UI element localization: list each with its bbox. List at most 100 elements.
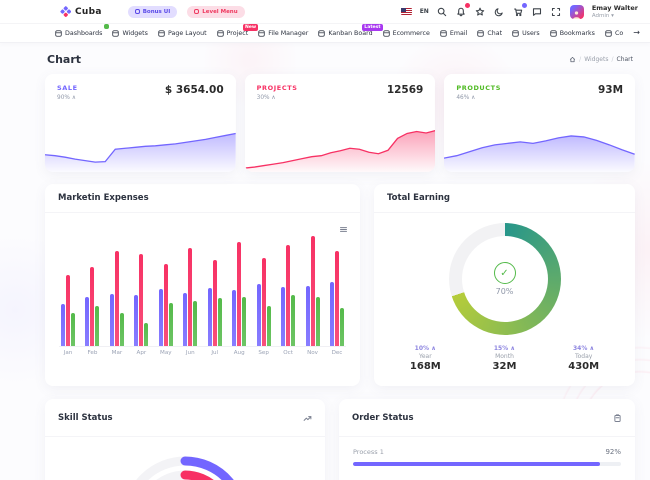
bar-axis-label: Mar [110,350,124,356]
nav-item-page-layout[interactable]: Page Layout [158,30,207,37]
clipboard-icon[interactable] [613,408,622,427]
nav-item-label: Bookmarks [560,30,595,37]
bar-group-jan [61,275,75,347]
bar-group-mar [110,251,124,346]
marketing-expenses-panel: Marketin Expenses JanFebMarAprMayJunJulA… [45,184,360,386]
trend-up-icon: ∧ [72,95,76,101]
nav-item-co[interactable]: Co [605,30,623,37]
bar-series-purple [306,286,310,347]
bar-series-pink [66,275,70,347]
email-icon [440,30,447,37]
process-label: Process 1 [353,448,384,456]
sale-change: 90% ∧ [57,95,78,101]
bar-group-nov [306,236,320,346]
donut-percent: 70% [496,287,514,296]
bar-axis-label: Feb [85,350,99,356]
file-manager-icon [258,30,265,37]
process-progress-track [353,462,621,466]
bar-series-pink [237,242,241,347]
cart-icon[interactable] [513,6,524,17]
bar-axis-label: Jul [208,350,222,356]
bar-chart [59,231,346,347]
bar-series-green [71,313,75,346]
nav-item-bookmarks[interactable]: Bookmarks [550,30,595,37]
home-icon[interactable] [569,56,576,63]
nav-item-label: Co [615,30,623,37]
sale-label: SALE [57,84,78,92]
chart-menu-icon[interactable] [339,219,348,238]
user-avatar[interactable] [570,5,584,19]
bar-axis-label: Apr [134,350,148,356]
nav-item-label: Page Layout [168,30,207,37]
bar-series-pink [311,236,315,346]
breadcrumb: / Widgets / Chart [569,56,633,63]
projects-card[interactable]: PROJECTS 30% ∧ 12569 [245,74,436,172]
bar-series-pink [188,248,192,346]
bar-series-purple [85,297,89,347]
bar-axis-label: Aug [232,350,246,356]
projects-change: 30% ∧ [257,95,298,101]
fullscreen-icon[interactable] [551,6,562,17]
messages-icon[interactable] [532,6,543,17]
level-menu-button[interactable]: Level Menu [187,6,244,18]
ecommerce-icon [383,30,390,37]
bar-series-pink [286,245,290,346]
today-value: 430M [568,361,599,372]
bar-series-purple [281,287,285,346]
nav-item-project[interactable]: ProjectNew [217,30,249,37]
bar-series-green [242,297,246,347]
notifications-bell-icon[interactable] [456,6,467,17]
bar-chart-labels: JanFebMarAprMayJunJulAugSepOctNovDec [59,350,346,356]
level-menu-label: Level Menu [202,9,237,15]
nav-item-badge: Latest [362,24,382,32]
sale-card[interactable]: SALE 90% ∧ $ 3654.00 [45,74,236,172]
nav-item-file-manager[interactable]: File Manager [258,30,308,37]
nav-item-ecommerce[interactable]: Ecommerce [383,30,430,37]
nav-item-label: Ecommerce [393,30,430,37]
sale-value: $ 3654.00 [165,84,224,96]
chat-icon [477,30,484,37]
bar-axis-label: May [159,350,173,356]
star-icon[interactable] [475,6,486,17]
contacts-icon [605,30,612,37]
nav-item-label: Email [450,30,467,37]
main-nav: Dashboards Widgets Page Layout ProjectNew Fi… [0,24,650,43]
cuba-logo-icon [60,6,71,17]
trending-up-icon[interactable] [303,408,312,427]
search-icon[interactable] [437,6,448,17]
dashboard-page: Cuba Bonus UI Level Menu EN [0,0,650,480]
nav-item-chat[interactable]: Chat [477,30,502,37]
nav-scroll-right-arrow[interactable]: → [633,29,640,37]
breadcrumb-parent[interactable]: Widgets [584,56,608,63]
nav-item-kanban-board[interactable]: Kanban BoardLatest [318,30,372,37]
us-flag-icon[interactable] [401,8,412,15]
nav-item-users[interactable]: Users [512,30,540,37]
bonus-ui-button[interactable]: Bonus UI [128,6,178,18]
marketing-expenses-title: Marketin Expenses [58,193,149,203]
nav-item-dashboards[interactable]: Dashboards [55,30,102,37]
gift-icon [135,9,140,14]
notification-badge [465,3,470,8]
user-role: Admin ▾ [592,13,638,19]
bar-group-feb [85,267,99,346]
bar-group-dec [330,251,344,346]
process-percent: 92% [605,448,621,456]
month-value: 32M [493,361,517,372]
user-name: Emay Walter [592,4,638,12]
skill-status-title: Skill Status [58,413,113,423]
bar-series-purple [61,304,65,346]
page-header: Chart / Widgets / Chart [45,43,635,74]
language-selector[interactable]: EN [420,8,429,15]
dark-mode-moon-icon[interactable] [494,6,505,17]
nav-item-email[interactable]: Email [440,30,467,37]
user-menu[interactable]: Emay Walter Admin ▾ [592,4,638,18]
brand[interactable]: Cuba [60,6,102,17]
page-layout-icon [158,30,165,37]
bar-series-pink [115,251,119,346]
bar-series-green [267,306,271,346]
products-card[interactable]: PRODUCTS 46% ∧ 93M [444,74,635,172]
earning-today-col: 34% ∧ Today 430M [568,345,599,372]
projects-sparkline-chart [245,120,436,172]
nav-item-label: Dashboards [65,30,102,37]
nav-item-widgets[interactable]: Widgets [112,30,147,37]
